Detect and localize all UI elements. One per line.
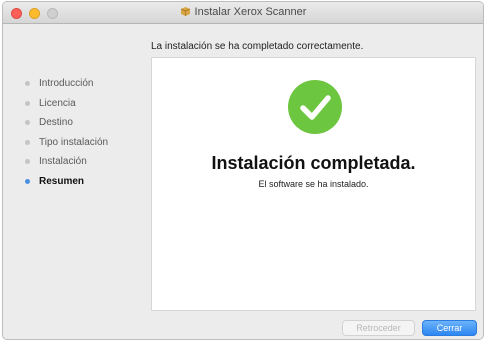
step-bullet-icon [25,139,30,145]
sidebar-step-label: Introducción [39,78,94,90]
step-bullet-icon [25,120,30,126]
step-bullet-icon [25,159,30,165]
back-button[interactable]: Retroceder [342,320,415,336]
sidebar-step-introduccion: Introducción [25,74,108,94]
sidebar-step-label: Tipo instalación [39,136,109,148]
sidebar-step-label: Resumen [39,175,85,187]
title-bar: Instalar Xerox Scanner [3,2,483,24]
checkmark-icon [288,80,342,134]
step-bullet-icon [25,81,30,87]
sidebar-step-label: Instalación [39,156,87,168]
installer-window: Instalar Xerox Scanner La instalación se… [2,1,484,340]
sidebar-step-destino: Destino [25,113,108,133]
window-title-text: Instalar Xerox Scanner [194,6,307,18]
status-message: La instalación se ha completado correcta… [151,41,364,52]
close-button[interactable]: Cerrar [422,320,477,336]
sidebar-step-tipo-instalacion: Tipo instalación [25,133,108,153]
sidebar-step-licencia: Licencia [25,94,108,114]
completion-subtext: El software se ha instalado. [258,179,369,189]
sidebar-step-label: Destino [39,117,73,129]
completion-headline: Instalación completada. [211,153,416,173]
steps-sidebar: Introducción Licencia Destino Tipo insta… [25,74,108,191]
package-icon [180,7,190,16]
sidebar-step-instalacion: Instalación [25,152,108,172]
sidebar-step-resumen: Resumen [25,172,108,192]
content-panel: Instalación completada. El software se h… [151,57,476,311]
step-bullet-icon [25,100,30,106]
window-title: Instalar Xerox Scanner [3,6,483,18]
sidebar-step-label: Licencia [39,97,76,109]
step-bullet-active-icon [25,178,30,184]
